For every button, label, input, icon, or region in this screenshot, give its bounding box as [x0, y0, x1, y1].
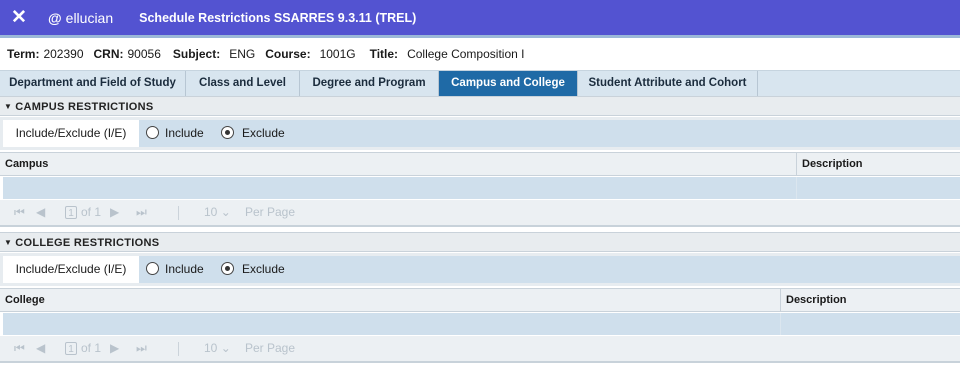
- app-header: ✕ @ ellucian Schedule Restrictions SSARR…: [0, 0, 960, 35]
- first-page-icon[interactable]: ⏮: [14, 336, 25, 361]
- ellucian-logo-mark: @: [48, 9, 62, 26]
- campus-exclude-radio[interactable]: [221, 126, 234, 139]
- college-include-radio[interactable]: [146, 262, 159, 275]
- last-page-icon[interactable]: ⏭: [136, 336, 147, 361]
- college-exclude-label[interactable]: Exclude: [242, 256, 285, 283]
- college-page-number-input[interactable]: 1: [65, 342, 77, 355]
- tab-campus-and-college[interactable]: Campus and College: [439, 71, 578, 102]
- first-page-icon[interactable]: ⏮: [14, 200, 25, 225]
- college-column-header[interactable]: College: [0, 289, 780, 312]
- college-pager: ⏮ ◀ 1 of 1 ▶ ⏭ 10 ⌄ Per Page: [0, 336, 960, 363]
- tab-department-and-field-of-study[interactable]: Department and Field of Study: [0, 71, 186, 96]
- next-page-icon[interactable]: ▶: [110, 200, 119, 225]
- ellucian-logo-text: ellucian: [65, 9, 114, 26]
- pager-separator: [178, 342, 179, 356]
- campus-per-page-value: 10: [204, 205, 218, 219]
- campus-include-exclude: Include/Exclude (I/E) Include Exclude: [0, 117, 960, 150]
- campus-description-column-header[interactable]: Description: [796, 153, 960, 176]
- campus-pager: ⏮ ◀ 1 of 1 ▶ ⏭ 10 ⌄ Per Page: [0, 200, 960, 227]
- campus-section-title: CAMPUS RESTRICTIONS: [15, 101, 154, 113]
- tab-strip: Department and Field of Study Class and …: [0, 70, 960, 102]
- next-page-icon[interactable]: ▶: [110, 336, 119, 361]
- campus-page-count: of 1: [81, 205, 102, 219]
- previous-page-icon[interactable]: ◀: [36, 336, 45, 361]
- subject-value: ENG: [229, 46, 256, 61]
- college-section-title: COLLEGE RESTRICTIONS: [15, 237, 160, 249]
- ellucian-logo[interactable]: @ ellucian: [48, 10, 113, 26]
- college-include-label[interactable]: Include: [165, 256, 204, 283]
- tab-class-and-level[interactable]: Class and Level: [186, 71, 300, 96]
- term-value: 202390: [43, 46, 84, 61]
- campus-exclude-label[interactable]: Exclude: [242, 120, 285, 147]
- page-title: Schedule Restrictions SSARRES 9.3.11 (TR…: [139, 10, 417, 25]
- term-label: Term:: [7, 46, 40, 61]
- tab-degree-and-program[interactable]: Degree and Program: [300, 71, 439, 96]
- collapse-triangle-icon[interactable]: ▼: [4, 97, 12, 117]
- campus-row-divider: [796, 177, 797, 199]
- campus-per-page-select[interactable]: 10 ⌄: [204, 200, 231, 225]
- pager-separator: [178, 206, 179, 220]
- chevron-down-icon: ⌄: [220, 341, 231, 355]
- campus-include-radio[interactable]: [146, 126, 159, 139]
- last-page-icon[interactable]: ⏭: [136, 200, 147, 225]
- chevron-down-icon: ⌄: [220, 205, 231, 219]
- college-per-page-select[interactable]: 10 ⌄: [204, 336, 231, 361]
- collapse-triangle-icon[interactable]: ▼: [4, 233, 12, 253]
- campus-column-header[interactable]: Campus: [0, 153, 796, 176]
- title-value: College Composition I: [407, 46, 525, 61]
- crn-label: CRN:: [93, 46, 124, 61]
- title-label: Title:: [369, 46, 399, 61]
- campus-grid-header: Campus Description: [0, 152, 960, 176]
- campus-section-header[interactable]: ▼ CAMPUS RESTRICTIONS: [0, 96, 960, 116]
- college-table-row[interactable]: [3, 313, 960, 335]
- college-per-page-label: Per Page: [245, 341, 296, 355]
- college-per-page-value: 10: [204, 341, 218, 355]
- campus-include-label[interactable]: Include: [165, 120, 204, 147]
- previous-page-icon[interactable]: ◀: [36, 200, 45, 225]
- tab-student-attribute-and-cohort[interactable]: Student Attribute and Cohort: [578, 71, 758, 96]
- college-row-divider: [780, 313, 781, 335]
- college-exclude-radio[interactable]: [221, 262, 234, 275]
- campus-per-page-label: Per Page: [245, 205, 296, 219]
- course-label: Course:: [265, 46, 311, 61]
- campus-ie-label: Include/Exclude (I/E): [3, 120, 139, 147]
- college-page-count: of 1: [81, 341, 102, 355]
- course-value: 1001G: [319, 46, 356, 61]
- college-ie-label: Include/Exclude (I/E): [3, 256, 139, 283]
- campus-table-row[interactable]: [3, 177, 960, 199]
- college-description-column-header[interactable]: Description: [780, 289, 960, 312]
- crn-value: 90056: [127, 46, 161, 61]
- key-block: Term: 202390 CRN: 90056 Subject: ENG Cou…: [0, 38, 960, 69]
- college-section-header[interactable]: ▼ COLLEGE RESTRICTIONS: [0, 232, 960, 252]
- subject-label: Subject:: [172, 46, 221, 61]
- college-include-exclude: Include/Exclude (I/E) Include Exclude: [0, 253, 960, 286]
- close-icon[interactable]: ✕: [4, 6, 34, 29]
- campus-page-number-input[interactable]: 1: [65, 206, 77, 219]
- college-grid-header: College Description: [0, 288, 960, 312]
